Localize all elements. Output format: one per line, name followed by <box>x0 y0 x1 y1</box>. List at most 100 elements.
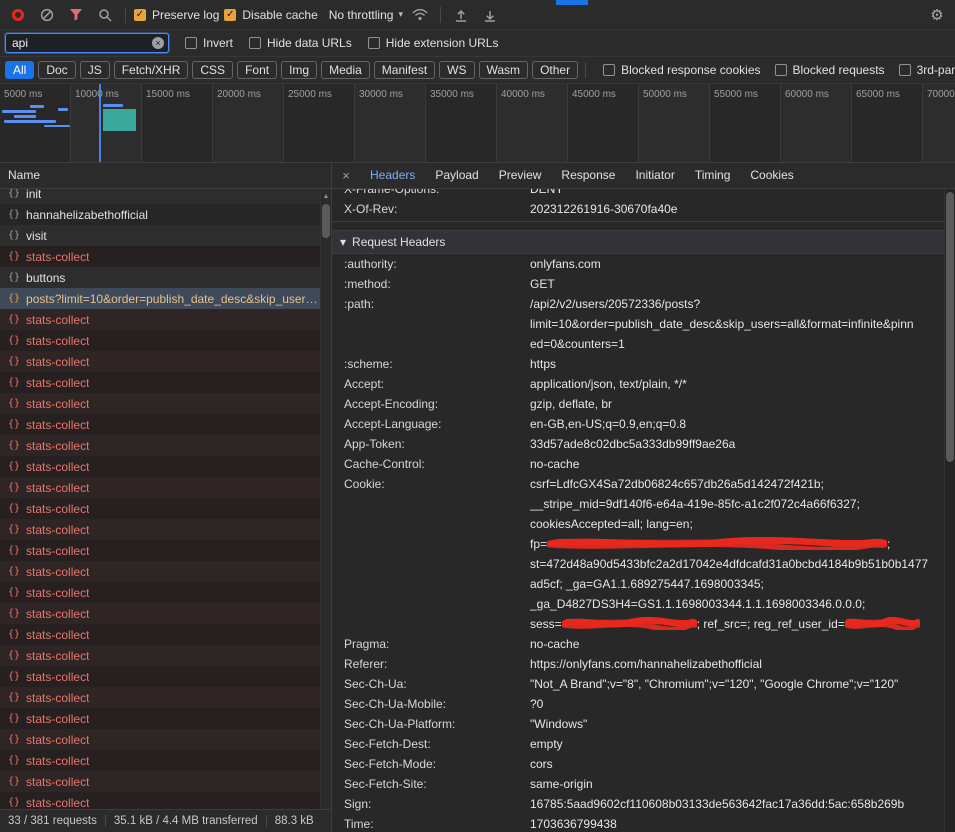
type-filter-manifest[interactable]: Manifest <box>374 61 435 79</box>
request-row[interactable]: {}stats-collect <box>0 246 331 267</box>
header-row: Time:1703636799438 <box>332 814 955 832</box>
request-name: stats-collect <box>26 334 89 348</box>
request-row[interactable]: {}visit <box>0 225 331 246</box>
request-row[interactable]: {}stats-collect <box>0 393 331 414</box>
scrollbar-thumb[interactable] <box>322 204 330 238</box>
request-row[interactable]: {} stats-collect <box>0 330 331 351</box>
import-har-button[interactable] <box>449 4 473 26</box>
type-filter-fetch-xhr[interactable]: Fetch/XHR <box>114 61 189 79</box>
request-row[interactable]: {}stats-collect <box>0 750 331 771</box>
request-row[interactable]: {}stats-collect <box>0 351 331 372</box>
header-name: Sec-Ch-Ua-Mobile: <box>332 694 530 714</box>
type-filter-media[interactable]: Media <box>321 61 370 79</box>
type-filter-checkboxes: Blocked response cookies Blocked requests… <box>603 63 955 77</box>
request-row[interactable]: {}stats-collect <box>0 624 331 645</box>
throttling-select[interactable]: No throttling ▾ <box>329 8 403 22</box>
record-button[interactable] <box>6 4 30 26</box>
tab-timing[interactable]: Timing <box>685 163 741 188</box>
section-title: Request Headers <box>352 235 445 249</box>
tab-payload[interactable]: Payload <box>425 163 488 188</box>
preserve-log-checkbox[interactable]: ✓ Preserve log <box>134 8 219 22</box>
json-icon: {} <box>8 776 20 787</box>
request-row[interactable]: {}stats-collect <box>0 414 331 435</box>
checkbox-blocked-requests[interactable]: Blocked requests <box>775 63 885 77</box>
search-button[interactable] <box>93 4 117 26</box>
name-column-header[interactable]: Name <box>0 163 331 189</box>
header-name: X-Of-Rev: <box>332 199 530 219</box>
network-conditions-button[interactable] <box>408 4 432 26</box>
scrollbar-thumb[interactable] <box>946 192 954 462</box>
request-name: stats-collect <box>26 376 89 390</box>
type-filter-wasm[interactable]: Wasm <box>479 61 529 79</box>
redaction-scribble <box>562 616 697 629</box>
tab-response[interactable]: Response <box>551 163 625 188</box>
request-row[interactable]: {}stats-collect <box>0 792 331 809</box>
hide-extension-urls-checkbox[interactable]: Hide extension URLs <box>368 36 499 50</box>
request-list-scrollbar[interactable]: ▲ <box>320 190 331 809</box>
detail-scrollbar[interactable] <box>944 190 955 832</box>
request-row[interactable]: {}stats-collect <box>0 498 331 519</box>
close-icon[interactable]: × <box>332 168 360 183</box>
request-row[interactable]: {}stats-collect <box>0 540 331 561</box>
hide-data-urls-checkbox[interactable]: Hide data URLs <box>249 36 352 50</box>
request-row[interactable]: {}stats-collect <box>0 603 331 624</box>
request-row[interactable]: {}stats-collect <box>0 456 331 477</box>
request-row[interactable]: {}stats-collect <box>0 561 331 582</box>
scroll-up-icon[interactable]: ▲ <box>321 190 331 200</box>
export-har-button[interactable] <box>478 4 502 26</box>
type-filter-all[interactable]: All <box>5 61 34 79</box>
header-name: Sec-Fetch-Site: <box>332 774 530 794</box>
json-icon: {} <box>8 335 20 346</box>
request-row[interactable]: {}stats-collect <box>0 666 331 687</box>
type-filter-doc[interactable]: Doc <box>38 61 75 79</box>
request-row[interactable]: {}stats-collect <box>0 687 331 708</box>
chevron-down-icon: ▾ <box>398 9 403 20</box>
type-filter-img[interactable]: Img <box>281 61 317 79</box>
filter-button[interactable] <box>64 4 88 26</box>
request-row[interactable]: {}init <box>0 189 331 204</box>
request-row[interactable]: {}hannahelizabethofficial <box>0 204 331 225</box>
checkbox-3rd-party-requests[interactable]: 3rd-party requests <box>899 63 955 77</box>
request-row[interactable]: {}stats-collect <box>0 645 331 666</box>
request-row[interactable]: {}stats-collect <box>0 309 331 330</box>
header-value: 1703636799438 <box>530 814 955 832</box>
settings-gear-icon[interactable]: ⚙ <box>925 4 949 26</box>
request-row[interactable]: {}stats-collect <box>0 771 331 792</box>
request-row[interactable]: {}stats-collect <box>0 477 331 498</box>
devtools-network-panel: ✓ Preserve log ✓ Disable cache No thrott… <box>0 0 955 832</box>
disable-cache-checkbox[interactable]: ✓ Disable cache <box>224 8 317 22</box>
invert-checkbox[interactable]: Invert <box>185 36 233 50</box>
header-row: Sec-Fetch-Site:same-origin <box>332 774 955 794</box>
json-icon: {} <box>8 797 20 808</box>
request-row[interactable]: {}posts?limit=10&order=publish_date_desc… <box>0 288 331 309</box>
tab-headers[interactable]: Headers <box>360 163 425 188</box>
tab-cookies[interactable]: Cookies <box>740 163 803 188</box>
request-row[interactable]: {}stats-collect <box>0 519 331 540</box>
type-filter-ws[interactable]: WS <box>439 61 474 79</box>
filter-input[interactable] <box>5 33 169 53</box>
clear-button[interactable] <box>35 4 59 26</box>
request-headers-section[interactable]: ▾ Request Headers <box>332 230 955 254</box>
header-value: https <box>530 354 955 374</box>
request-row[interactable]: {}stats-collect <box>0 729 331 750</box>
request-row[interactable]: {}stats-collect <box>0 372 331 393</box>
request-row[interactable]: {}stats-collect <box>0 708 331 729</box>
header-name: Accept: <box>332 374 530 394</box>
tab-preview[interactable]: Preview <box>489 163 552 188</box>
checkbox-blocked-response-cookies[interactable]: Blocked response cookies <box>603 63 760 77</box>
toolbar-divider <box>440 7 441 23</box>
json-icon: {} <box>8 545 20 556</box>
request-row[interactable]: {}stats-collect <box>0 435 331 456</box>
type-filter-css[interactable]: CSS <box>192 61 233 79</box>
upload-icon <box>454 8 468 22</box>
timeline-overview[interactable]: 5000 ms10000 ms15000 ms20000 ms25000 ms3… <box>0 84 955 163</box>
type-filter-font[interactable]: Font <box>237 61 277 79</box>
request-row[interactable]: {}buttons <box>0 267 331 288</box>
type-filter-js[interactable]: JS <box>80 61 110 79</box>
request-row[interactable]: {}stats-collect <box>0 582 331 603</box>
type-filter-other[interactable]: Other <box>532 61 578 79</box>
waterfall-block <box>103 109 136 131</box>
clear-filter-icon[interactable]: × <box>152 37 164 49</box>
tab-initiator[interactable]: Initiator <box>625 163 684 188</box>
json-icon: {} <box>8 608 20 619</box>
